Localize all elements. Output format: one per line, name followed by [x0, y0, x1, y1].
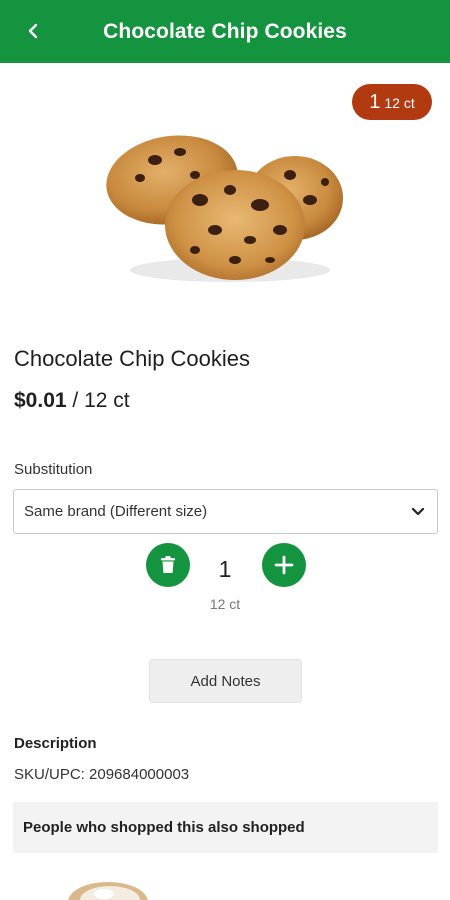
back-button[interactable]: [14, 12, 52, 50]
price-line: $0.01 / 12 ct: [14, 389, 130, 413]
also-shopped-heading: People who shopped this also shopped: [23, 819, 305, 836]
remove-item-button[interactable]: [146, 543, 190, 587]
app-bar: Chocolate Chip Cookies: [0, 0, 450, 63]
substitution-label: Substitution: [14, 461, 93, 478]
substitution-selected-value: Same brand (Different size): [24, 503, 208, 520]
quantity-unit: 12 ct: [209, 596, 241, 612]
badge-quantity: 1: [369, 91, 381, 113]
chevron-down-icon: [411, 507, 425, 515]
increase-quantity-button[interactable]: [262, 543, 306, 587]
description-heading: Description: [14, 735, 97, 752]
page-title: Chocolate Chip Cookies: [103, 19, 347, 43]
chevron-left-icon: [28, 23, 38, 39]
sku-upc: SKU/UPC: 209684000003: [14, 766, 190, 783]
plus-icon: [274, 555, 294, 575]
trash-icon: [161, 556, 175, 573]
add-notes-button[interactable]: Add Notes: [149, 659, 302, 703]
product-price: $0.01: [14, 389, 67, 412]
related-product-image[interactable]: [60, 876, 160, 900]
badge-unit: 12 ct: [384, 95, 415, 111]
also-shopped-section: People who shopped this also shopped: [13, 802, 438, 853]
product-image: [106, 135, 343, 282]
price-unit: / 12 ct: [66, 389, 130, 412]
product-name: Chocolate Chip Cookies: [14, 346, 251, 371]
substitution-dropdown[interactable]: Same brand (Different size): [13, 489, 438, 534]
cart-quantity-badge[interactable]: 1 12 ct: [352, 84, 432, 120]
quantity-value: 1: [218, 556, 232, 582]
